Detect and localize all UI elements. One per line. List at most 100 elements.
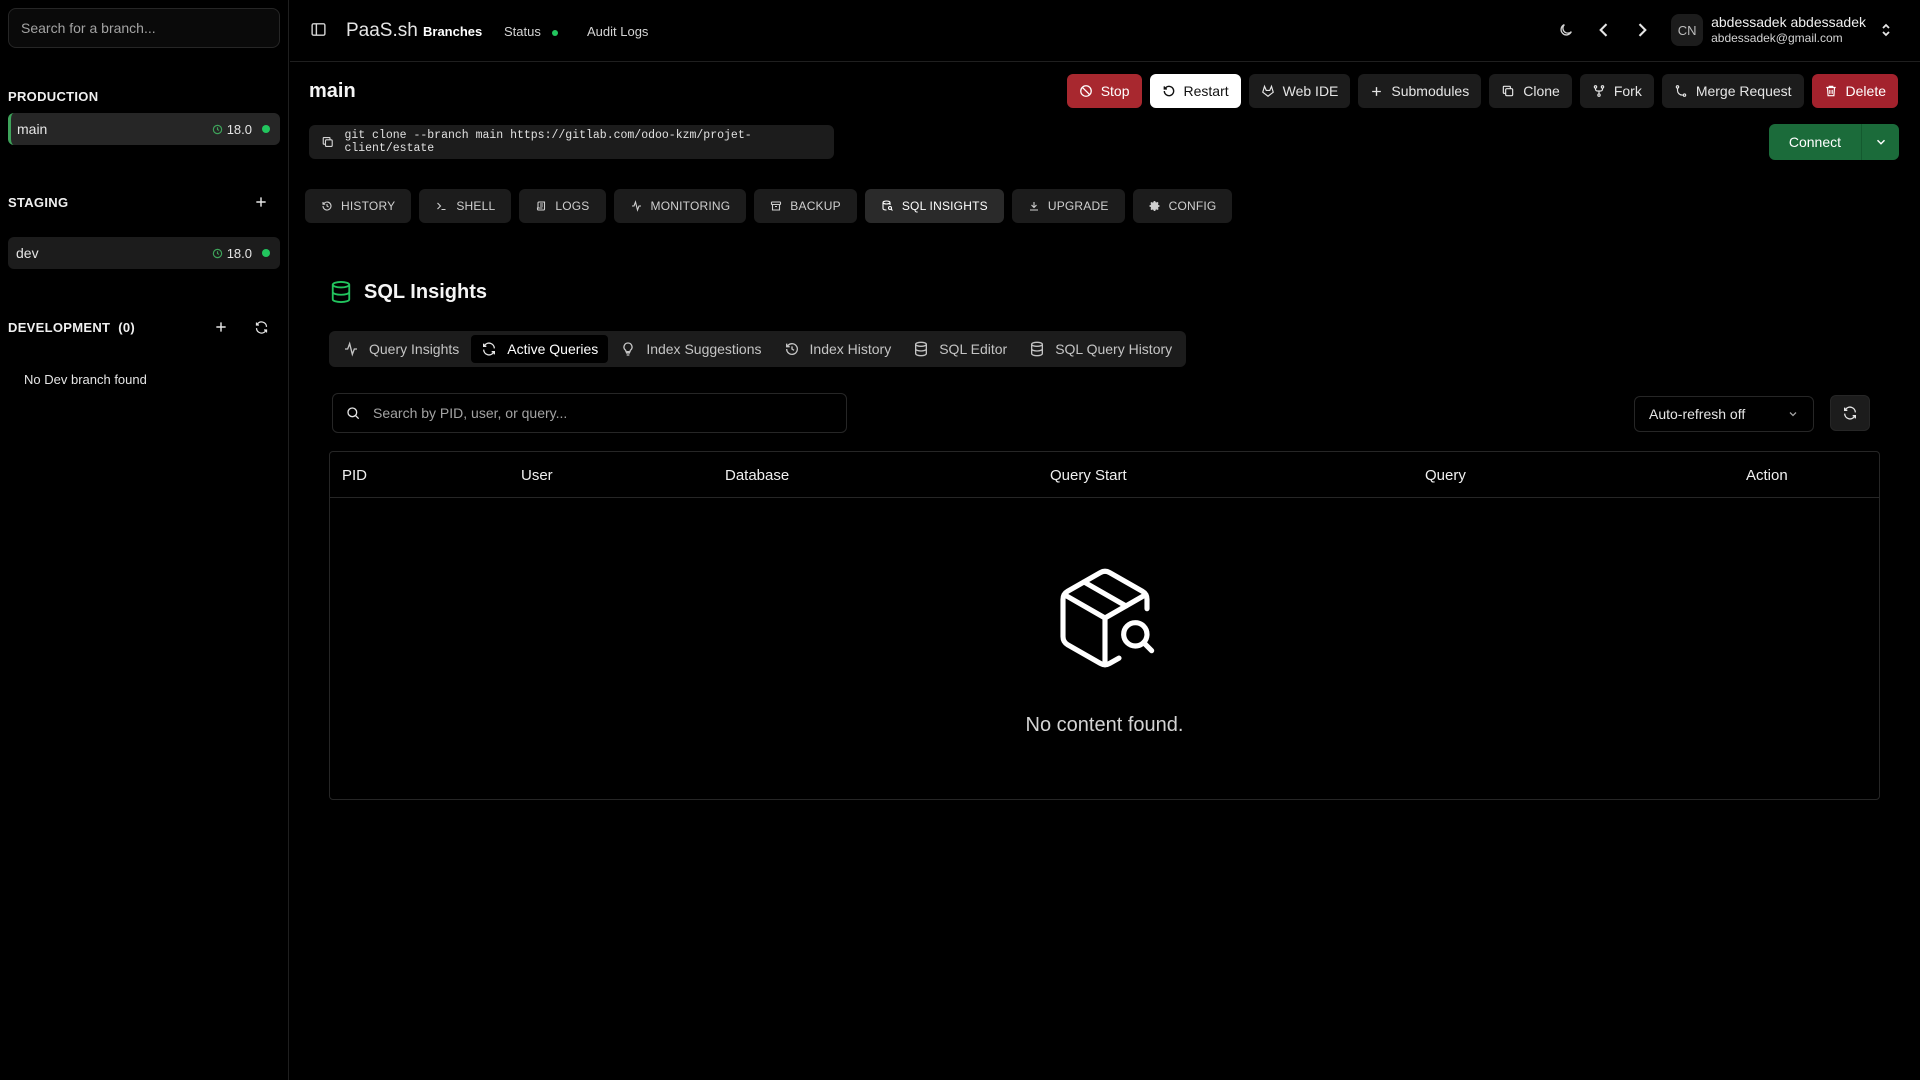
column-header-action[interactable]: Action — [1746, 467, 1788, 484]
query-search-box — [332, 393, 847, 433]
delete-button[interactable]: Delete — [1811, 74, 1898, 108]
clone-button[interactable]: Clone — [1489, 74, 1572, 108]
forward-button[interactable] — [1632, 20, 1652, 40]
tab-label: LOGS — [555, 199, 590, 213]
tab-logs[interactable]: LOGS — [519, 189, 606, 223]
merge-request-button[interactable]: Merge Request — [1661, 74, 1804, 108]
user-info: abdessadek abdessadek abdessadek@gmail.c… — [1711, 14, 1866, 46]
refresh-development-button[interactable] — [251, 317, 271, 337]
activity-icon — [631, 200, 641, 212]
development-count: (0) — [118, 320, 136, 335]
tab-monitoring[interactable]: MONITORING — [613, 189, 747, 223]
subtab-label: Active Queries — [507, 341, 599, 357]
clock-icon — [212, 248, 222, 258]
user-name: abdessadek abdessadek — [1711, 14, 1866, 30]
database-search-icon — [882, 200, 893, 211]
status-dot — [552, 29, 559, 36]
table-header: PID User Database Query Start Query Acti… — [330, 452, 1879, 498]
connect-dropdown-button[interactable] — [1861, 124, 1899, 160]
connect-button[interactable]: Connect — [1768, 124, 1861, 160]
history-icon — [785, 343, 798, 355]
fork-button[interactable]: Fork — [1579, 74, 1654, 108]
back-button[interactable] — [1594, 20, 1614, 40]
nav-audit-logs[interactable]: Audit Logs — [587, 24, 648, 39]
lightbulb-icon — [623, 342, 633, 356]
user-menu[interactable]: CN abdessadek abdessadek abdessadek@gmai… — [1671, 14, 1892, 46]
tab-label: BACKUP — [790, 199, 841, 213]
no-dev-branch-text: No Dev branch found — [24, 372, 147, 387]
branch-search-input[interactable] — [8, 8, 280, 48]
nav-branches[interactable]: Branches — [423, 24, 482, 39]
subtab-label: Query Insights — [369, 341, 460, 357]
subtab-sql-editor[interactable]: SQL Editor — [903, 335, 1017, 363]
clone-label: Clone — [1523, 83, 1560, 99]
column-header-user[interactable]: User — [521, 467, 553, 484]
subtab-label: Index Suggestions — [646, 341, 762, 357]
column-header-pid[interactable]: PID — [342, 467, 367, 484]
theme-toggle-button[interactable] — [1558, 22, 1574, 38]
toggle-sidebar-button[interactable] — [310, 21, 327, 38]
development-section-title: DEVELOPMENT (0) — [8, 320, 135, 335]
tab-backup[interactable]: BACKUP — [754, 189, 857, 223]
restart-button[interactable]: Restart — [1149, 74, 1241, 108]
nav-status[interactable]: Status — [504, 24, 559, 39]
tab-shell[interactable]: SHELL — [419, 189, 512, 223]
subtab-label: SQL Editor — [939, 341, 1008, 357]
database-icon — [1031, 341, 1044, 357]
history-icon — [322, 201, 332, 211]
chevrons-up-down-icon — [1882, 23, 1890, 37]
auto-refresh-select[interactable]: Auto-refresh off — [1634, 396, 1814, 432]
gitlab-icon — [1261, 84, 1274, 97]
active-queries-table: PID User Database Query Start Query Acti… — [329, 451, 1880, 800]
plus-icon — [216, 322, 226, 332]
topbar: PaaS.sh Branches Status Audit Logs CN ab… — [290, 0, 1920, 62]
tab-upgrade[interactable]: UPGRADE — [1011, 189, 1125, 223]
avatar: CN — [1671, 14, 1704, 46]
query-search-input[interactable] — [373, 405, 834, 421]
copy-icon — [1502, 85, 1514, 97]
tab-label: MONITORING — [650, 199, 731, 213]
delete-label: Delete — [1845, 83, 1886, 99]
staging-section-title: STAGING — [8, 195, 69, 210]
subtab-active-queries[interactable]: Active Queries — [471, 335, 609, 363]
tab-sql-insights[interactable]: SQL INSIGHTS — [864, 189, 1004, 223]
tab-config[interactable]: CONFIG — [1132, 189, 1233, 223]
branch-name: dev — [16, 245, 39, 261]
app-root: PRODUCTION main 18.0 STAGING dev 18.0 DE… — [0, 0, 1920, 1080]
version-label: 18.0 — [226, 121, 252, 137]
brand-name: PaaS.sh — [346, 19, 418, 41]
status-dot — [262, 125, 270, 133]
column-header-database[interactable]: Database — [725, 467, 789, 484]
moon-icon — [1560, 24, 1572, 36]
subtab-sql-query-history[interactable]: SQL Query History — [1019, 335, 1182, 363]
sql-subtabs: Query Insights Active Queries Index Sugg… — [329, 331, 1187, 367]
column-header-query[interactable]: Query — [1425, 467, 1466, 484]
branch-actions: Stop Restart Web IDE Submodules Clone Fo… — [1066, 74, 1898, 108]
branch-item-main[interactable]: main 18.0 — [8, 113, 280, 145]
stop-button[interactable]: Stop — [1066, 74, 1142, 108]
archive-icon — [771, 201, 782, 211]
column-header-query-start[interactable]: Query Start — [1050, 467, 1127, 484]
subtab-index-suggestions[interactable]: Index Suggestions — [610, 335, 771, 363]
branch-name: main — [17, 121, 48, 137]
tab-history[interactable]: HISTORY — [305, 189, 412, 223]
chevron-left-icon — [1599, 23, 1608, 37]
subtab-index-history[interactable]: Index History — [774, 335, 902, 363]
sidebar-toggle-icon — [311, 23, 326, 36]
add-staging-button[interactable] — [251, 192, 271, 212]
refresh-queries-button[interactable] — [1830, 395, 1870, 431]
web-ide-button[interactable]: Web IDE — [1248, 74, 1351, 108]
connect-split-button: Connect — [1768, 124, 1899, 160]
production-section-title: PRODUCTION — [8, 89, 99, 104]
submodules-label: Submodules — [1391, 83, 1470, 99]
copy-icon[interactable] — [321, 135, 334, 149]
add-development-button[interactable] — [211, 317, 231, 337]
plus-icon — [1372, 86, 1382, 96]
package-search-icon — [1059, 568, 1154, 668]
branch-item-dev[interactable]: dev 18.0 — [8, 237, 280, 269]
tab-label: SQL INSIGHTS — [901, 199, 988, 213]
clone-command-box[interactable]: git clone --branch main https://gitlab.c… — [309, 125, 834, 159]
submodules-button[interactable]: Submodules — [1358, 74, 1482, 108]
trash-icon — [1825, 85, 1836, 97]
subtab-query-insights[interactable]: Query Insights — [333, 335, 469, 363]
